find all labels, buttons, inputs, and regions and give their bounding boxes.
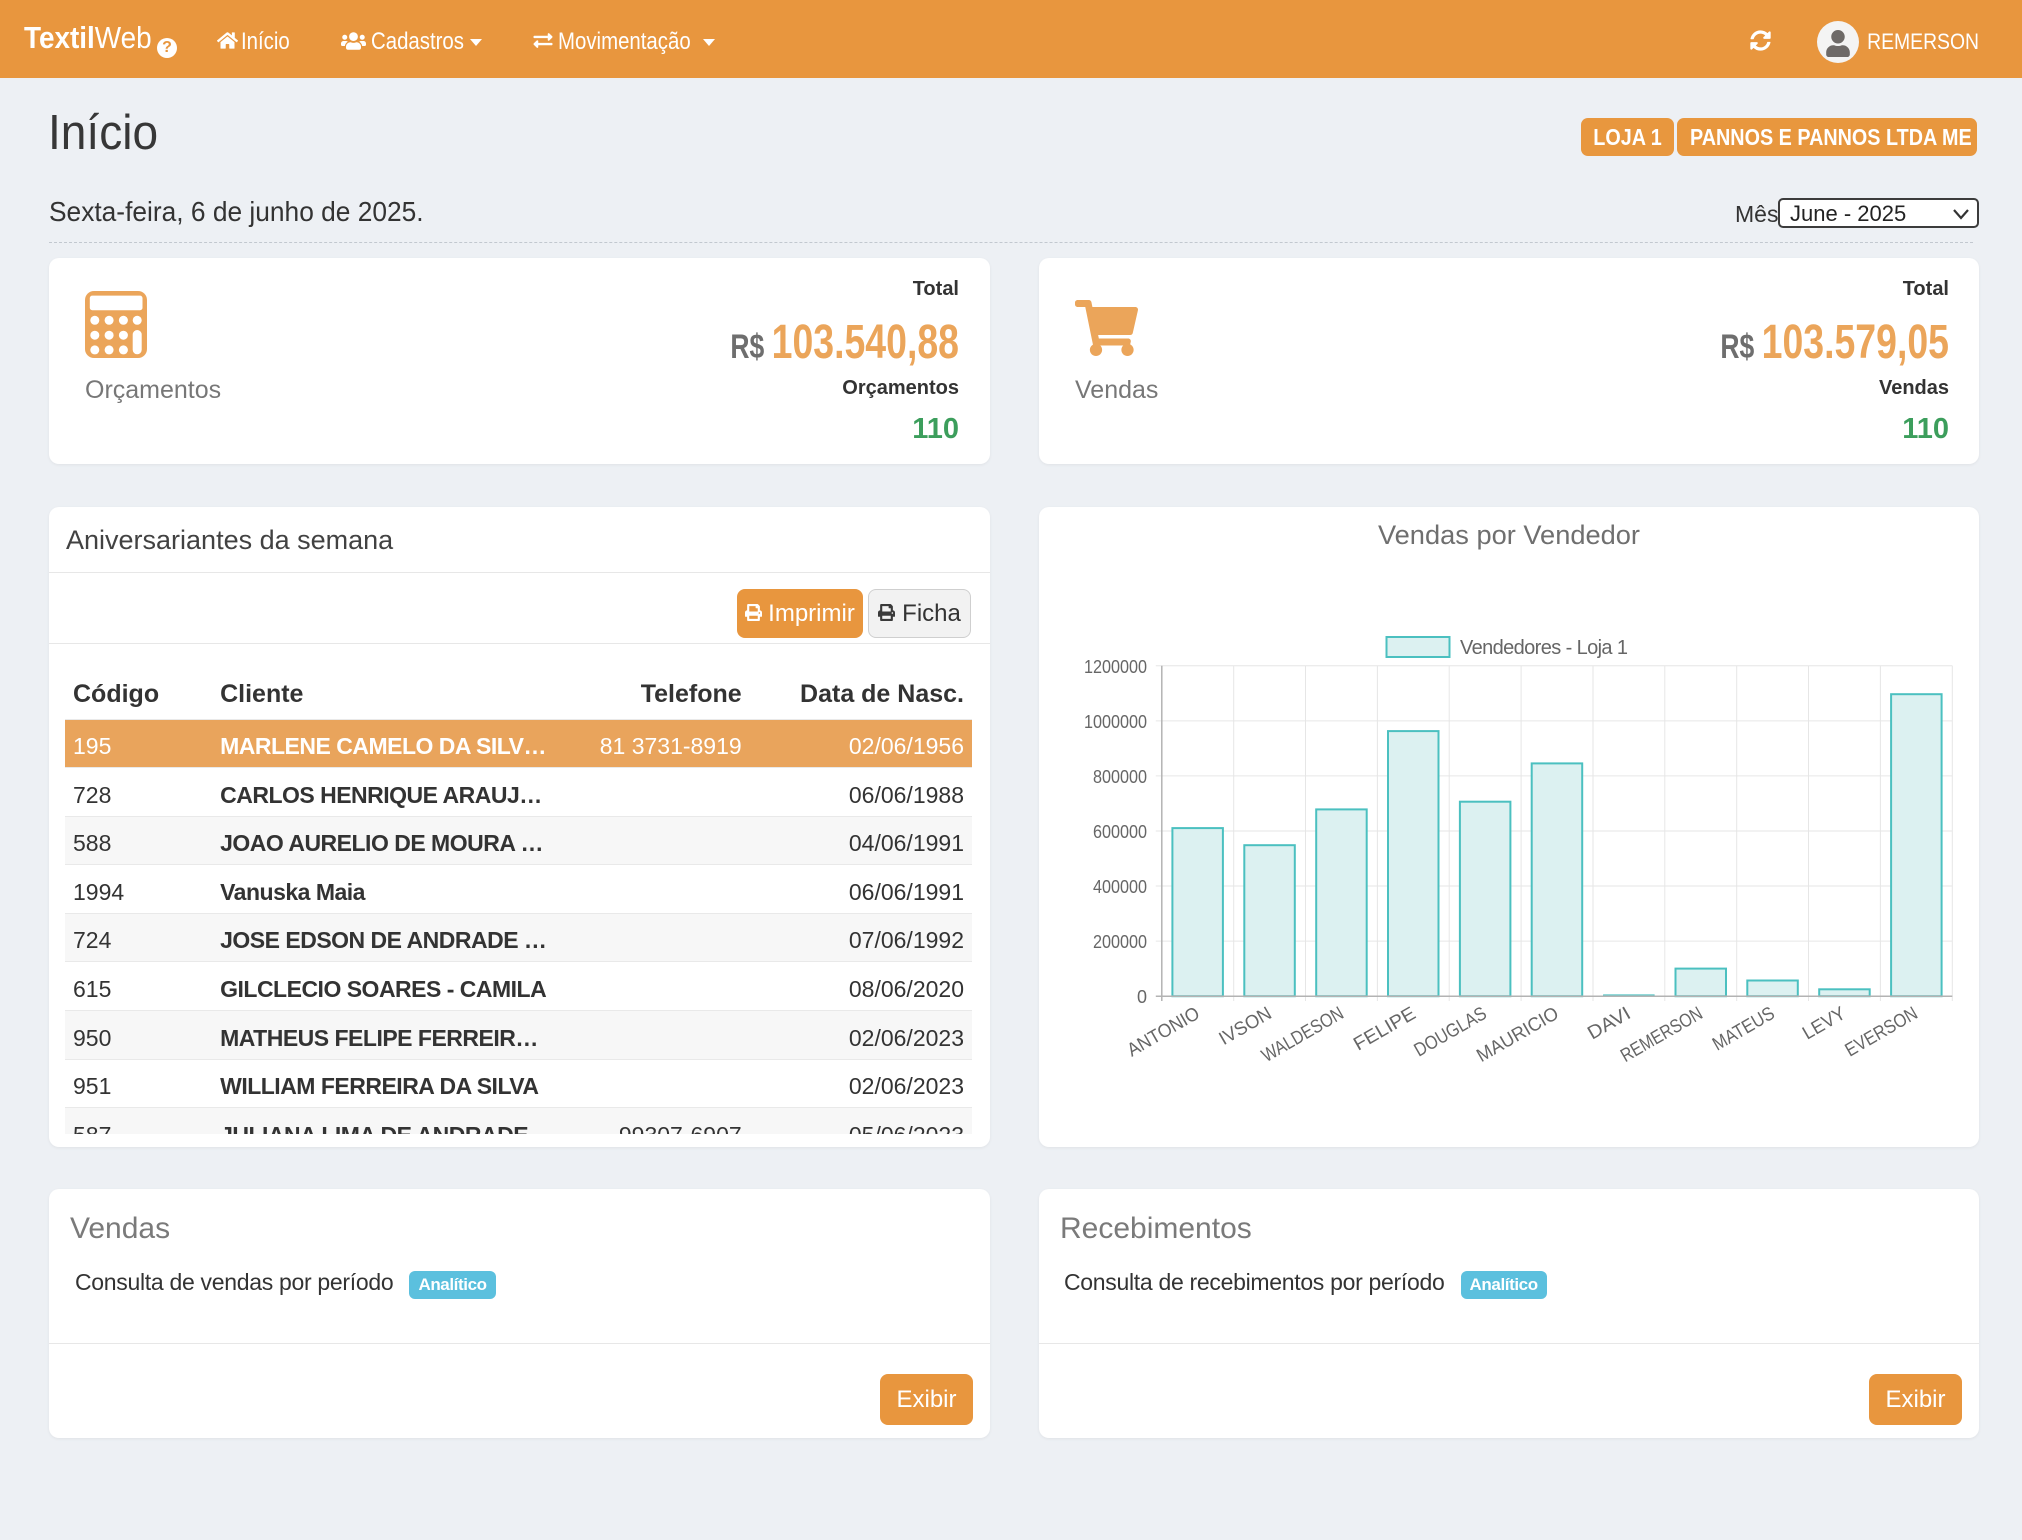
svg-text:FELIPE: FELIPE: [1350, 1003, 1419, 1055]
svg-text:600000: 600000: [1093, 822, 1147, 842]
svg-text:400000: 400000: [1093, 877, 1147, 897]
svg-text:DAVI: DAVI: [1584, 1003, 1634, 1044]
svg-text:Vendedores - Loja 1: Vendedores - Loja 1: [1460, 637, 1628, 659]
svg-text:WALDESON: WALDESON: [1258, 1003, 1347, 1067]
svg-text:REMERSON: REMERSON: [1617, 1003, 1706, 1067]
svg-text:1000000: 1000000: [1084, 712, 1147, 732]
svg-text:ANTONIO: ANTONIO: [1124, 1003, 1204, 1061]
svg-text:MATEUS: MATEUS: [1709, 1003, 1778, 1055]
svg-text:1200000: 1200000: [1084, 657, 1147, 677]
svg-text:MAURICIO: MAURICIO: [1473, 1003, 1562, 1067]
svg-text:0: 0: [1137, 987, 1147, 1007]
svg-text:EVERSON: EVERSON: [1842, 1003, 1922, 1061]
svg-text:200000: 200000: [1093, 932, 1147, 952]
svg-text:Vendas por Vendedor: Vendas por Vendedor: [1378, 520, 1640, 550]
svg-text:LEVY: LEVY: [1799, 1003, 1850, 1044]
svg-text:800000: 800000: [1093, 767, 1147, 787]
